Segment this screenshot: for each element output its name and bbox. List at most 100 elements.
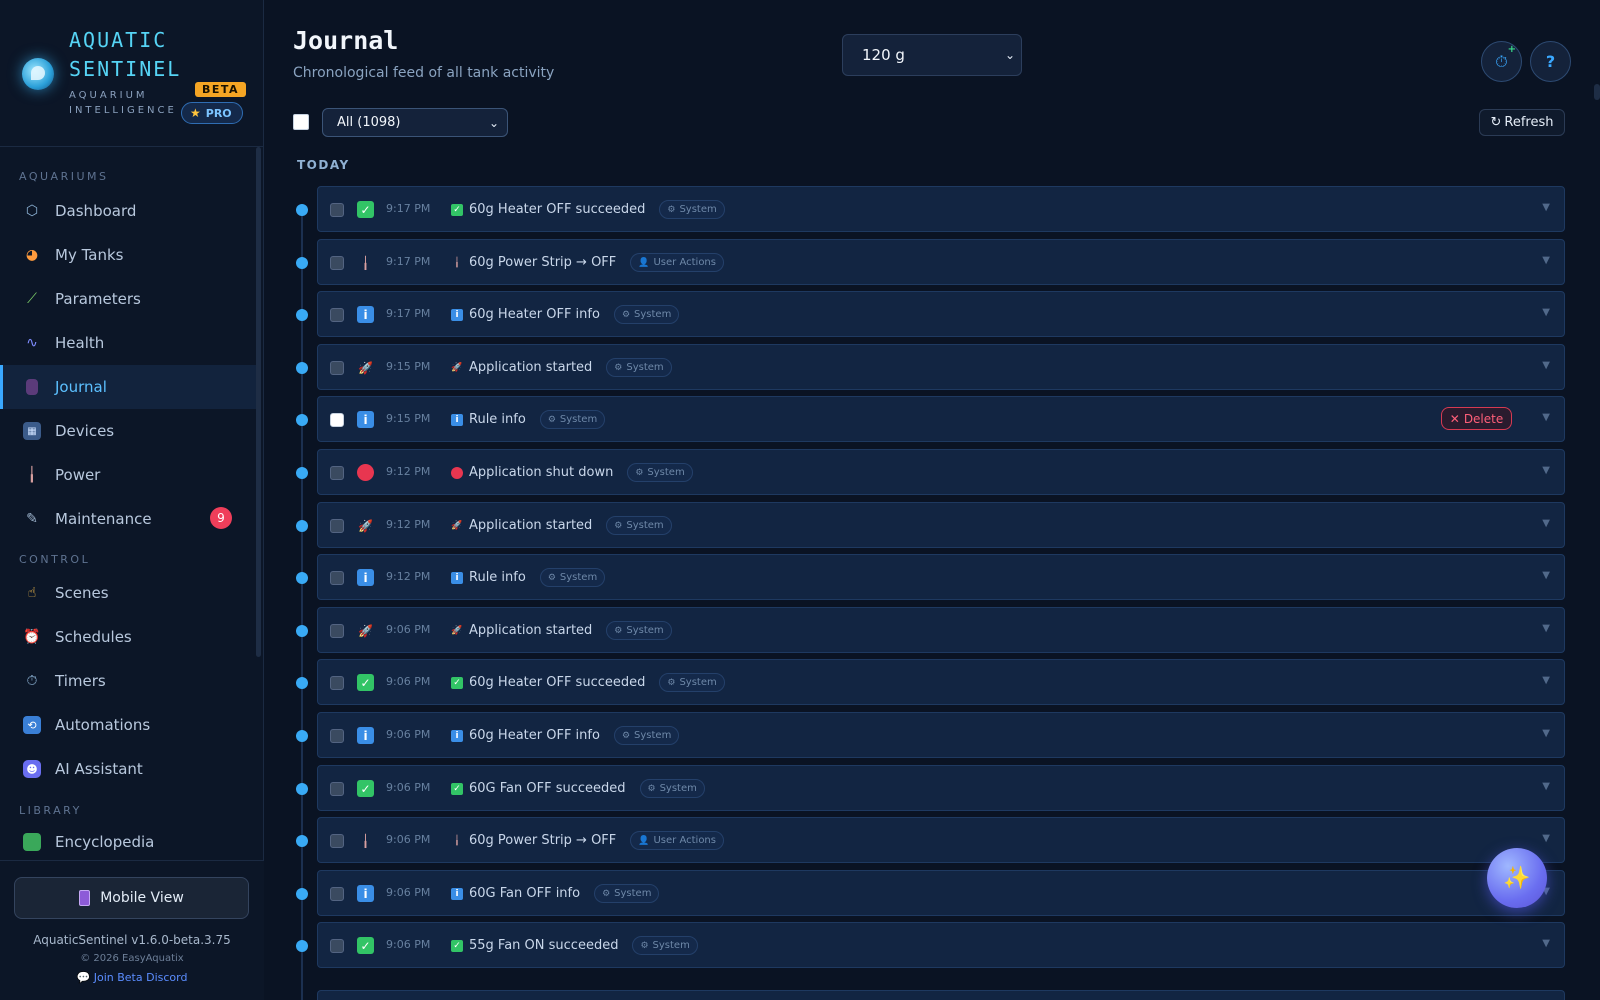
main-scrollbar[interactable] (1594, 84, 1600, 100)
check-icon: ✓ (357, 937, 374, 954)
journal-entry[interactable]: 🚀 9:12 PM 🚀 Application started ⚙ System ▼ (296, 502, 1565, 548)
sidebar-item-encyclopedia[interactable]: Encyclopedia (0, 823, 258, 860)
chevron-down-icon[interactable]: ▼ (1542, 728, 1550, 739)
chevron-down-icon[interactable]: ▼ (1542, 833, 1550, 844)
plug-icon: ╽ (27, 467, 37, 483)
journal-entry-partial[interactable] (317, 990, 1565, 1000)
user-icon: 👤 (638, 835, 650, 846)
journal-entry[interactable]: 🚀 9:06 PM 🚀 Application started ⚙ System ▼ (296, 607, 1565, 653)
chevron-down-icon: ⌄ (1004, 48, 1015, 62)
plug-icon: ╽ (361, 255, 370, 270)
refresh-button[interactable]: ↻ Refresh (1479, 109, 1565, 136)
sidebar-item-health[interactable]: ∿ Health (0, 321, 258, 365)
entry-title-group: i 60G Fan OFF info ⚙ System (451, 884, 660, 903)
ai-assistant-fab[interactable]: ✨ (1487, 848, 1547, 908)
entry-checkbox[interactable] (330, 466, 344, 480)
version-text: AquaticSentinel v1.6.0-beta.3.75 (33, 933, 231, 947)
chevron-down-icon[interactable]: ▼ (1542, 623, 1550, 634)
sidebar-item-power[interactable]: ╽ Power (0, 453, 258, 497)
journal-entry[interactable]: i 9:12 PM i Rule info ⚙ System ▼ (296, 554, 1565, 600)
entry-checkbox[interactable] (330, 308, 344, 322)
filter-select-value: All (1098) (337, 115, 401, 130)
delete-button[interactable]: ✕ Delete (1441, 407, 1512, 430)
journal-entry[interactable]: ✓ 9:06 PM ✓ 60G Fan OFF succeeded ⚙ System ▼ (296, 765, 1565, 811)
chevron-down-icon[interactable]: ▼ (1542, 465, 1550, 476)
journal-entry[interactable]: 9:12 PM Application shut down ⚙ System ▼ (296, 449, 1565, 495)
entry-checkbox[interactable] (330, 413, 344, 427)
entry-checkbox[interactable] (330, 624, 344, 638)
sidebar-item-my-tanks[interactable]: ◕ My Tanks (0, 233, 258, 277)
entry-time: 9:06 PM (386, 728, 431, 741)
entry-checkbox[interactable] (330, 203, 344, 217)
sidebar-item-scenes[interactable]: ☝ Scenes (0, 571, 258, 615)
gear-icon: ⚙ (667, 204, 676, 215)
journal-entry[interactable]: ✓ 9:06 PM ✓ 55g Fan ON succeeded ⚙ System ▼ (296, 922, 1565, 968)
chevron-down-icon[interactable]: ▼ (1542, 781, 1550, 792)
entry-tag-label: System (647, 467, 685, 478)
pro-badge[interactable]: ★ PRO (181, 102, 243, 124)
sidebar-item-timers[interactable]: ⏱ Timers (0, 659, 258, 703)
journal-entry[interactable]: ╽ 9:17 PM ╽ 60g Power Strip → OFF 👤 User Acti… (296, 239, 1565, 285)
rocket-icon: 🚀 (451, 520, 463, 531)
entry-checkbox[interactable] (330, 519, 344, 533)
timeline-dot (296, 204, 308, 216)
chevron-down-icon[interactable]: ▼ (1542, 307, 1550, 318)
entry-checkbox[interactable] (330, 256, 344, 270)
chevron-down-icon[interactable]: ▼ (1542, 518, 1550, 529)
sidebar-item-devices[interactable]: ▦ Devices (0, 409, 258, 453)
journal-entry[interactable]: i 9:06 PM i 60g Heater OFF info ⚙ System ▼ (296, 712, 1565, 758)
select-all-checkbox[interactable] (293, 114, 309, 130)
sidebar-item-automations[interactable]: ⟲ Automations (0, 703, 258, 747)
entry-checkbox[interactable] (330, 676, 344, 690)
journal-entry[interactable]: i 9:17 PM i 60g Heater OFF info ⚙ System ▼ (296, 291, 1565, 337)
info-icon: i (451, 571, 463, 584)
entry-checkbox[interactable] (330, 729, 344, 743)
sidebar-scrollbar[interactable] (256, 147, 261, 657)
help-button[interactable]: ? (1530, 41, 1571, 82)
hexagon-icon: ⬡ (25, 203, 39, 219)
entry-checkbox[interactable] (330, 834, 344, 848)
chevron-down-icon[interactable]: ▼ (1542, 255, 1550, 266)
phone-icon (79, 890, 91, 906)
entry-time: 9:17 PM (386, 202, 431, 215)
sidebar-item-ai-assistant[interactable]: ☻ AI Assistant (0, 747, 258, 791)
mobile-view-button[interactable]: Mobile View (14, 877, 249, 919)
sidebar-item-dashboard[interactable]: ⬡ Dashboard (0, 189, 258, 233)
entry-checkbox[interactable] (330, 939, 344, 953)
journal-entry[interactable]: ╽ 9:06 PM ╽ 60g Power Strip → OFF 👤 User Acti… (296, 817, 1565, 863)
stethoscope-icon: ∿ (26, 335, 38, 351)
chevron-down-icon[interactable]: ▼ (1542, 360, 1550, 371)
info-icon: i (451, 729, 463, 742)
journal-entry[interactable]: ✓ 9:06 PM ✓ 60g Heater OFF succeeded ⚙ System… (296, 659, 1565, 705)
sidebar-item-journal[interactable]: Journal (0, 365, 258, 409)
tank-select[interactable]: 120 g ⌄ (842, 34, 1022, 76)
entry-checkbox[interactable] (330, 887, 344, 901)
book-icon (23, 833, 41, 851)
discord-link[interactable]: 💬 Join Beta Discord (0, 971, 264, 984)
gear-icon: ⚙ (635, 467, 644, 478)
sidebar-item-label: Journal (55, 378, 107, 396)
chevron-down-icon[interactable]: ▼ (1542, 938, 1550, 949)
sidebar-item-schedules[interactable]: ⏰ Schedules (0, 615, 258, 659)
refresh-icon: ↻ (1490, 115, 1502, 130)
chevron-down-icon[interactable]: ▼ (1542, 202, 1550, 213)
chevron-down-icon[interactable]: ▼ (1542, 412, 1550, 423)
journal-entry[interactable]: i 9:15 PM i Rule info ⚙ System ✕ Delete ▼ (296, 396, 1565, 442)
entry-checkbox[interactable] (330, 571, 344, 585)
rocket-icon: 🚀 (451, 362, 463, 373)
add-timer-button[interactable]: ⏱ + (1481, 41, 1522, 82)
entry-checkbox[interactable] (330, 361, 344, 375)
entry-tag-label: User Actions (653, 257, 716, 268)
journal-entry[interactable]: ✓ 9:17 PM ✓ 60g Heater OFF succeeded ⚙ System… (296, 186, 1565, 232)
chevron-down-icon[interactable]: ▼ (1542, 570, 1550, 581)
filter-select[interactable]: All (1098) ⌄ (322, 108, 508, 137)
journal-entry[interactable]: i 9:06 PM i 60G Fan OFF info ⚙ System ▼ (296, 870, 1565, 916)
sidebar-item-parameters[interactable]: ⟋ Parameters (0, 277, 258, 321)
wrench-icon: ✎ (26, 511, 38, 527)
info-icon: i (357, 569, 374, 586)
entry-checkbox[interactable] (330, 782, 344, 796)
chevron-down-icon[interactable]: ▼ (1542, 675, 1550, 686)
main-content: Journal Chronological feed of all tank a… (264, 0, 1600, 1000)
sidebar-item-maintenance[interactable]: ✎ Maintenance 9 (0, 497, 258, 541)
journal-entry[interactable]: 🚀 9:15 PM 🚀 Application started ⚙ System ▼ (296, 344, 1565, 390)
